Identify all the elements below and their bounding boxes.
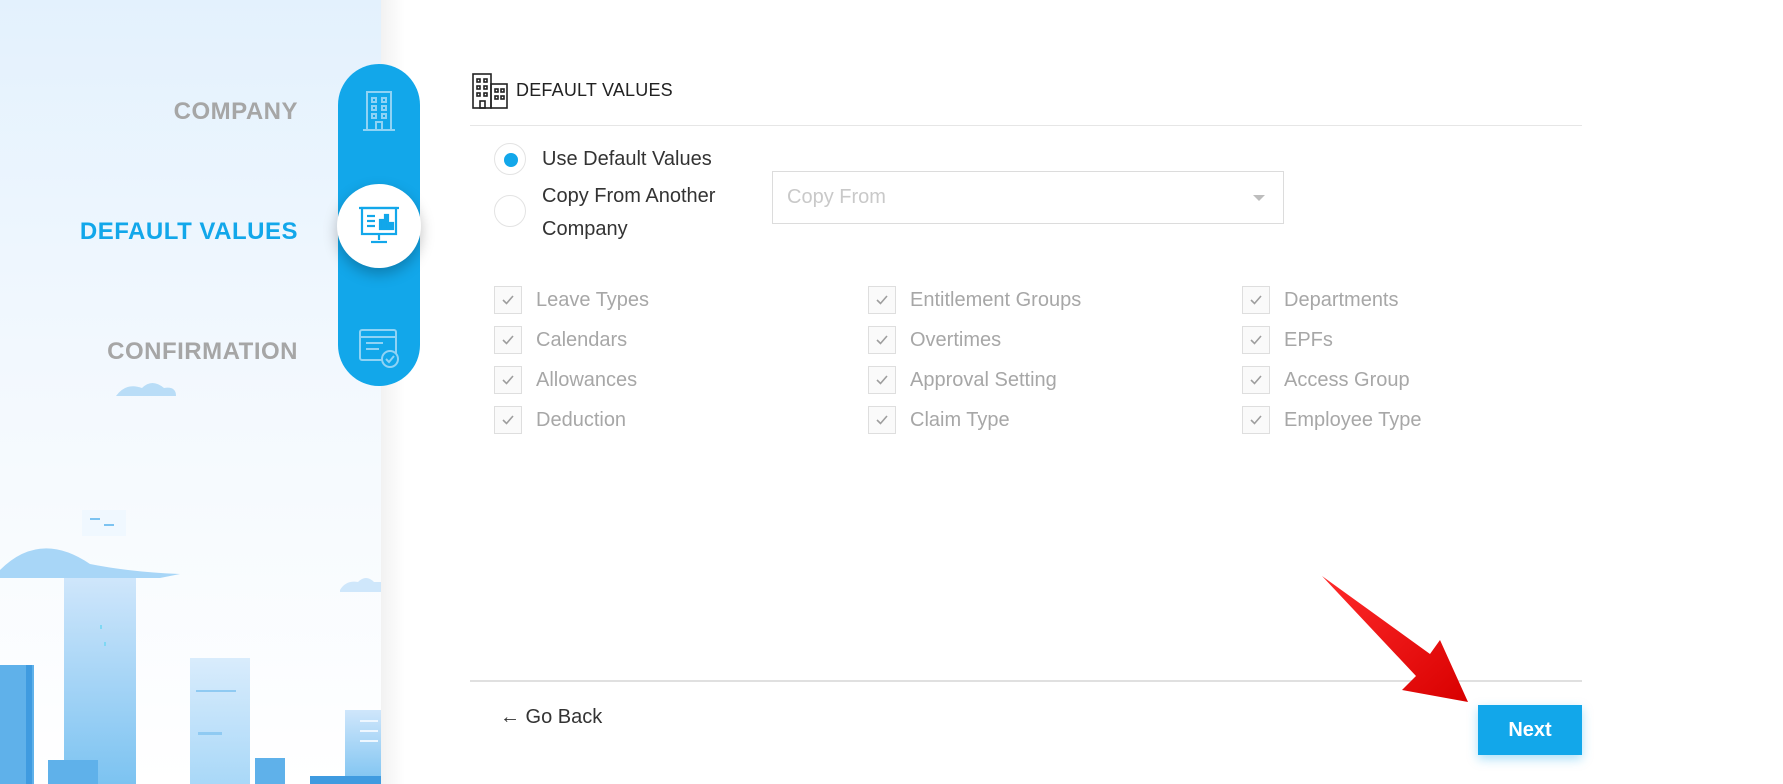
- checkbox-entitlement-groups[interactable]: Entitlement Groups: [868, 286, 1081, 314]
- radio-label: Use Default Values: [542, 148, 712, 170]
- check-icon[interactable]: [494, 406, 522, 434]
- radio-use-default-values[interactable]: Use Default Values: [494, 143, 712, 176]
- checkbox-label: Calendars: [536, 328, 628, 351]
- check-icon[interactable]: [1242, 286, 1270, 314]
- checkbox-epfs[interactable]: EPFs: [1242, 326, 1333, 354]
- check-icon[interactable]: [1242, 366, 1270, 394]
- default-values-checklist: Leave Types Calendars Allowances Deducti…: [494, 286, 1534, 446]
- check-icon[interactable]: [868, 406, 896, 434]
- check-icon[interactable]: [494, 286, 522, 314]
- checkbox-access-group[interactable]: Access Group: [1242, 366, 1410, 394]
- checkbox-label: Leave Types: [536, 288, 650, 311]
- checkbox-label: Departments: [1284, 288, 1399, 311]
- check-icon[interactable]: [1242, 326, 1270, 354]
- check-icon[interactable]: [868, 286, 896, 314]
- annotation-arrow-icon: [1322, 576, 1468, 702]
- radio-button[interactable]: [494, 195, 526, 227]
- check-icon[interactable]: [494, 366, 522, 394]
- chevron-down-icon[interactable]: [1253, 195, 1265, 201]
- checkbox-label: Employee Type: [1284, 408, 1422, 431]
- buildings-icon: [472, 73, 508, 109]
- active-step-indicator[interactable]: [337, 184, 421, 268]
- city-skyline-illustration: [0, 383, 381, 784]
- step-confirmation-label[interactable]: CONFIRMATION: [0, 338, 298, 366]
- checkbox-departments[interactable]: Departments: [1242, 286, 1399, 314]
- checkbox-employee-type[interactable]: Employee Type: [1242, 406, 1422, 434]
- wizard-sidebar: COMPANY DEFAULT VALUES CONFIRMATION: [0, 0, 381, 784]
- checkbox-approval-setting[interactable]: Approval Setting: [868, 366, 1057, 394]
- checkbox-label: Deduction: [536, 408, 627, 431]
- checkbox-label: EPFs: [1284, 328, 1333, 351]
- checkbox-label: Access Group: [1284, 368, 1410, 391]
- radio-button-checked[interactable]: [494, 143, 526, 175]
- section-divider: [470, 125, 1582, 126]
- step-default-values-label[interactable]: DEFAULT VALUES: [0, 218, 298, 246]
- section-title: DEFAULT VALUES: [516, 79, 673, 100]
- check-icon[interactable]: [1242, 406, 1270, 434]
- building-icon[interactable]: [357, 88, 401, 132]
- radio-copy-from-company[interactable]: Copy From Another Company: [494, 180, 742, 246]
- certificate-check-icon[interactable]: [357, 326, 401, 370]
- checkbox-overtimes[interactable]: Overtimes: [868, 326, 1001, 354]
- check-icon[interactable]: [868, 366, 896, 394]
- checkbox-claim-type[interactable]: Claim Type: [868, 406, 1010, 434]
- copy-from-placeholder: Copy From: [787, 186, 886, 208]
- checkbox-label: Allowances: [536, 368, 638, 391]
- checkbox-label: Entitlement Groups: [910, 288, 1082, 311]
- copy-from-select[interactable]: Copy From: [772, 171, 1284, 224]
- checkbox-calendars[interactable]: Calendars: [494, 326, 627, 354]
- check-icon[interactable]: [868, 326, 896, 354]
- checkbox-label: Overtimes: [910, 328, 1002, 351]
- next-button[interactable]: Next: [1478, 705, 1582, 755]
- section-header: DEFAULT VALUES: [470, 70, 673, 110]
- go-back-link[interactable]: ← Go Back: [500, 706, 602, 729]
- checkbox-leave-types[interactable]: Leave Types: [494, 286, 649, 314]
- step-company-label[interactable]: COMPANY: [0, 98, 298, 126]
- radio-label: Copy From Another Company: [542, 185, 716, 240]
- checkbox-label: Approval Setting: [910, 368, 1057, 391]
- checkbox-deduction[interactable]: Deduction: [494, 406, 626, 434]
- presentation-board-icon: [359, 206, 399, 244]
- checkbox-allowances[interactable]: Allowances: [494, 366, 637, 394]
- setup-wizard-page: COMPANY DEFAULT VALUES CONFIRMATION DEFA…: [0, 0, 1783, 784]
- check-icon[interactable]: [494, 326, 522, 354]
- checkbox-label: Claim Type: [910, 408, 1010, 431]
